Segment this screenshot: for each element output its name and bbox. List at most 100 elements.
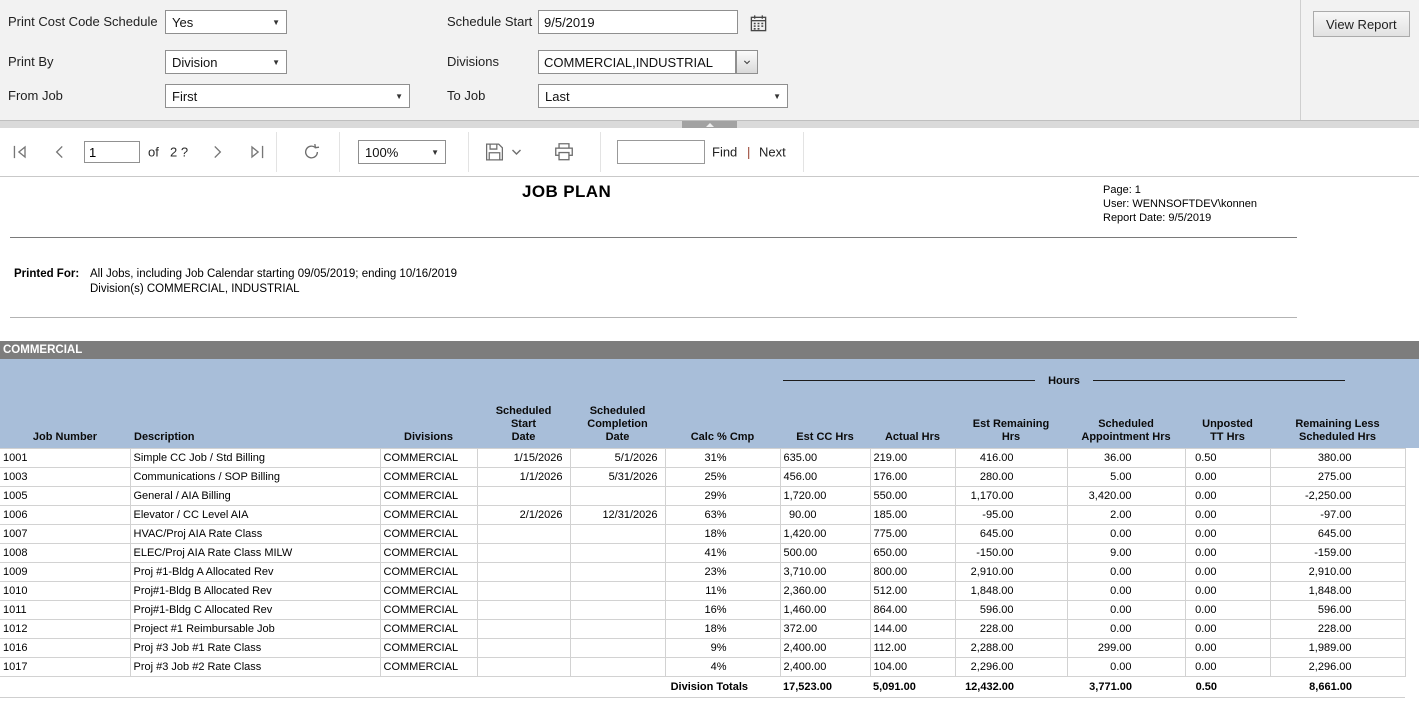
header-rule (10, 237, 1297, 238)
column-header-scheduled_completion_date: Scheduled Completion Date (570, 359, 665, 448)
cell-est_cc_hrs: 500.00 (780, 543, 870, 562)
job-table: Job NumberDescriptionDivisionsScheduled … (0, 359, 1406, 698)
cell-description: Proj#1-Bldg C Allocated Rev (130, 600, 380, 619)
cell-actual_hrs: 550.00 (870, 486, 955, 505)
total-est_remaining_hrs: 12,432.00 (955, 676, 1067, 697)
column-header-row: Job NumberDescriptionDivisionsScheduled … (0, 359, 1405, 448)
cell-divisions: COMMERCIAL (380, 524, 477, 543)
report-toolbar: of 2 ? 100% ▼ (0, 128, 1419, 177)
cell-job_number: 1009 (0, 562, 130, 581)
first-page-button[interactable] (8, 140, 32, 164)
cell-calc_pct_cmp: 63% (665, 505, 780, 524)
schedule-start-label: Schedule Start (447, 10, 532, 34)
division-totals-row: Division Totals17,523.005,091.0012,432.0… (0, 676, 1405, 697)
cell-remaining_less_scheduled_hrs: -97.00 (1270, 505, 1405, 524)
column-header-est_cc_hrs: Est CC Hrs (780, 359, 870, 448)
refresh-icon (300, 141, 323, 164)
cell-actual_hrs: 650.00 (870, 543, 955, 562)
current-page-input[interactable] (84, 141, 140, 163)
cell-est_remaining_hrs: 416.00 (955, 448, 1067, 467)
column-header-unposted_tt_hrs: Unposted TT Hrs (1185, 359, 1270, 448)
from-job-select[interactable]: First ▼ (165, 84, 410, 108)
cell-scheduled_completion_date (570, 638, 665, 657)
cell-unposted_tt_hrs: 0.50 (1185, 448, 1270, 467)
next-link[interactable]: Next (759, 145, 786, 160)
to-job-select[interactable]: Last ▼ (538, 84, 788, 108)
schedule-start-input[interactable] (538, 10, 738, 34)
print-button[interactable] (551, 139, 577, 165)
print-cost-code-schedule-label: Print Cost Code Schedule (8, 10, 158, 34)
cell-scheduled_completion_date (570, 600, 665, 619)
cell-est_cc_hrs: 1,720.00 (780, 486, 870, 505)
table-row: 1001Simple CC Job / Std BillingCOMMERCIA… (0, 448, 1405, 467)
cell-calc_pct_cmp: 41% (665, 543, 780, 562)
cell-job_number: 1011 (0, 600, 130, 619)
view-report-button[interactable]: View Report (1313, 11, 1410, 37)
cell-calc_pct_cmp: 18% (665, 619, 780, 638)
cell-scheduled_start_date: 1/1/2026 (477, 467, 570, 486)
toolbar-separator (339, 132, 340, 172)
cell-scheduled_completion_date (570, 581, 665, 600)
cell-est_cc_hrs: 2,360.00 (780, 581, 870, 600)
report-viewer-body: JOB PLAN Page: 1 User: WENNSOFTDEV\konne… (0, 177, 1419, 705)
find-link[interactable]: Find (712, 145, 737, 160)
cell-divisions: COMMERCIAL (380, 543, 477, 562)
cell-description: Proj #3 Job #2 Rate Class (130, 657, 380, 676)
job-table-body: 1001Simple CC Job / Std BillingCOMMERCIA… (0, 448, 1405, 697)
cell-remaining_less_scheduled_hrs: 2,296.00 (1270, 657, 1405, 676)
cell-divisions: COMMERCIAL (380, 581, 477, 600)
cell-actual_hrs: 864.00 (870, 600, 955, 619)
next-page-button[interactable] (205, 140, 229, 164)
cell-scheduled_completion_date (570, 619, 665, 638)
print-by-select[interactable]: Division ▼ (165, 50, 287, 74)
cell-est_remaining_hrs: 280.00 (955, 467, 1067, 486)
cell-scheduled_completion_date (570, 657, 665, 676)
cell-remaining_less_scheduled_hrs: -2,250.00 (1270, 486, 1405, 505)
table-row: 1007HVAC/Proj AIA Rate ClassCOMMERCIAL18… (0, 524, 1405, 543)
cell-remaining_less_scheduled_hrs: 645.00 (1270, 524, 1405, 543)
from-job-value: First (172, 89, 197, 104)
chevron-down-icon: ▼ (773, 92, 781, 101)
export-save-button[interactable] (482, 140, 524, 165)
report-page-info: Page: 1 User: WENNSOFTDEV\konnen Report … (1103, 183, 1257, 225)
cell-scheduled_appointment_hrs: 0.00 (1067, 619, 1185, 638)
last-page-button[interactable] (245, 140, 269, 164)
cell-divisions: COMMERCIAL (380, 448, 477, 467)
cell-description: ELEC/Proj AIA Rate Class MILW (130, 543, 380, 562)
from-job-label: From Job (8, 84, 63, 108)
zoom-select[interactable]: 100% ▼ (358, 140, 446, 164)
print-cost-code-schedule-select[interactable]: Yes ▼ (165, 10, 287, 34)
table-row: 1011Proj#1-Bldg C Allocated RevCOMMERCIA… (0, 600, 1405, 619)
column-header-scheduled_appointment_hrs: Scheduled Appointment Hrs (1067, 359, 1185, 448)
column-header-actual_hrs: Actual Hrs (870, 359, 955, 448)
cell-job_number: 1012 (0, 619, 130, 638)
column-header-scheduled_start_date: Scheduled Start Date (477, 359, 570, 448)
previous-page-button[interactable] (48, 140, 72, 164)
chevron-down-icon: ▼ (431, 148, 439, 157)
find-text-input[interactable] (617, 140, 705, 164)
division-section-header: COMMERCIAL (0, 341, 1419, 359)
toolbar-separator (468, 132, 469, 172)
cell-scheduled_start_date (477, 657, 570, 676)
cell-job_number: 1016 (0, 638, 130, 657)
table-row: 1003Communications / SOP BillingCOMMERCI… (0, 467, 1405, 486)
cell-scheduled_appointment_hrs: 5.00 (1067, 467, 1185, 486)
print-icon (553, 141, 575, 163)
cell-divisions: COMMERCIAL (380, 562, 477, 581)
divisions-dropdown-button[interactable] (736, 50, 758, 74)
cell-calc_pct_cmp: 9% (665, 638, 780, 657)
cell-remaining_less_scheduled_hrs: 1,848.00 (1270, 581, 1405, 600)
total-remaining_less_scheduled_hrs: 8,661.00 (1270, 676, 1405, 697)
cell-remaining_less_scheduled_hrs: 380.00 (1270, 448, 1405, 467)
cell-divisions: COMMERCIAL (380, 619, 477, 638)
report-user: User: WENNSOFTDEV\konnen (1103, 197, 1257, 211)
calendar-button[interactable] (747, 12, 769, 34)
cell-scheduled_appointment_hrs: 0.00 (1067, 657, 1185, 676)
divisions-input[interactable] (538, 50, 736, 74)
cell-job_number: 1005 (0, 486, 130, 505)
cell-scheduled_appointment_hrs: 3,420.00 (1067, 486, 1185, 505)
cell-est_remaining_hrs: 1,170.00 (955, 486, 1067, 505)
refresh-button[interactable] (298, 139, 325, 166)
cell-description: Simple CC Job / Std Billing (130, 448, 380, 467)
cell-description: HVAC/Proj AIA Rate Class (130, 524, 380, 543)
